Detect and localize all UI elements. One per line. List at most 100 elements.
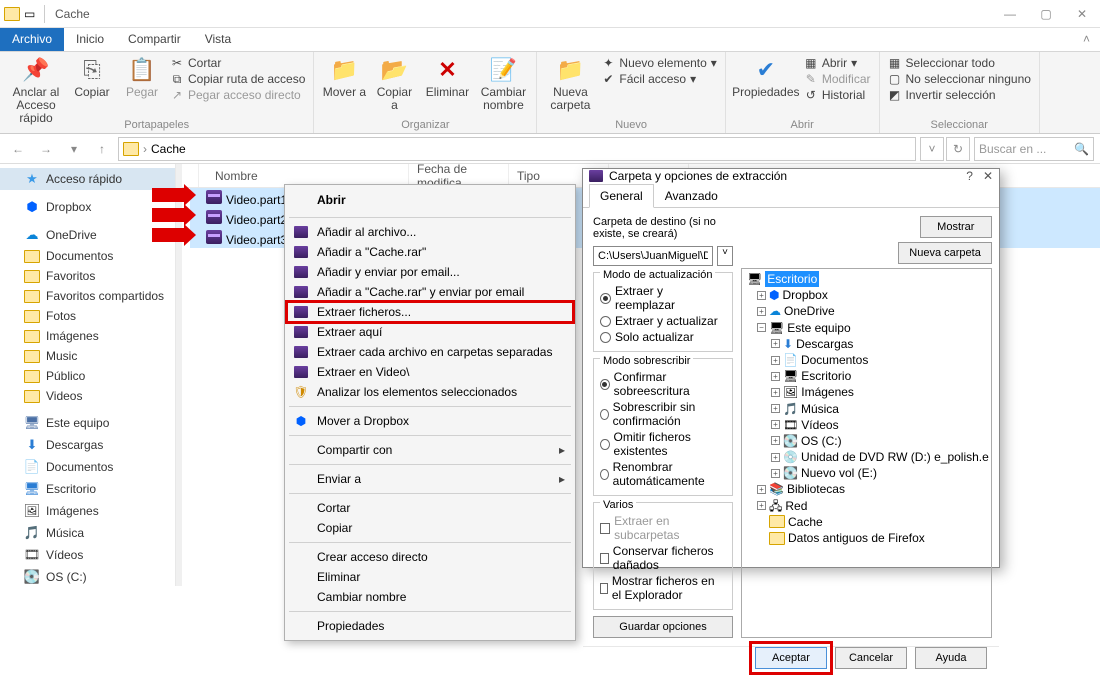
ctx-add-cache[interactable]: Añadir a "Cache.rar" bbox=[287, 242, 573, 262]
move-to-button[interactable]: 📁 Mover a bbox=[322, 56, 366, 99]
ctx-add-email[interactable]: Añadir y enviar por email... bbox=[287, 262, 573, 282]
delete-button[interactable]: ✕ Eliminar bbox=[422, 56, 472, 99]
tab-share[interactable]: Compartir bbox=[116, 28, 193, 51]
ctx-extract-each[interactable]: Extraer cada archivo en carpetas separad… bbox=[287, 342, 573, 362]
nav-dropbox[interactable]: ⬢Dropbox bbox=[0, 196, 175, 218]
minimize-button[interactable]: — bbox=[992, 0, 1028, 28]
opt-confirm-overwrite[interactable]: Confirmar sobreescritura bbox=[600, 369, 726, 399]
breadcrumb[interactable]: › Cache bbox=[118, 137, 916, 161]
ctx-analyze[interactable]: 🛡Analizar los elementos seleccionados bbox=[287, 382, 573, 402]
ctx-create-shortcut[interactable]: Crear acceso directo bbox=[287, 547, 573, 567]
paste-button[interactable]: 📋 Pegar bbox=[120, 56, 164, 99]
dialog-close-icon[interactable]: ✕ bbox=[983, 169, 993, 183]
new-folder-button[interactable]: Nueva carpeta bbox=[898, 242, 992, 264]
maximize-button[interactable]: ▢ bbox=[1028, 0, 1064, 28]
history-button[interactable]: ↺Historial bbox=[804, 88, 871, 102]
new-folder-button[interactable]: 📁 Nueva carpeta bbox=[545, 56, 595, 112]
rename-button[interactable]: 📝 Cambiar nombre bbox=[478, 56, 528, 112]
paste-shortcut-button[interactable]: ↗Pegar acceso directo bbox=[170, 88, 305, 102]
nav-item[interactable]: Público bbox=[0, 366, 175, 386]
invert-selection-button[interactable]: ◩Invertir selección bbox=[888, 88, 1031, 102]
refresh-button[interactable]: ↻ bbox=[946, 137, 970, 161]
ctx-copy[interactable]: Copiar bbox=[287, 518, 573, 538]
nav-back-button[interactable]: ← bbox=[6, 137, 30, 161]
search-input[interactable]: Buscar en ... 🔍 bbox=[974, 137, 1094, 161]
nav-item[interactable]: Favoritos bbox=[0, 266, 175, 286]
copy-to-button[interactable]: 📂 Copiar a bbox=[372, 56, 416, 112]
nav-item[interactable]: 📄Documentos bbox=[0, 456, 175, 478]
nav-quick-access[interactable]: ★Acceso rápido bbox=[0, 168, 175, 190]
opt-show-explorer[interactable]: Mostrar ficheros en el Explorador bbox=[600, 573, 726, 603]
edit-button[interactable]: ✎Modificar bbox=[804, 72, 871, 86]
opt-skip-existing[interactable]: Omitir ficheros existentes bbox=[600, 429, 726, 459]
opt-subfolders[interactable]: Extraer en subcarpetas bbox=[600, 513, 726, 543]
ctx-extract-video[interactable]: Extraer en Video\ bbox=[287, 362, 573, 382]
easy-access-button[interactable]: ✔Fácil acceso ▾ bbox=[601, 72, 716, 86]
nav-item[interactable]: 🎞Vídeos bbox=[0, 544, 175, 566]
nav-recent-button[interactable]: ▾ bbox=[62, 137, 86, 161]
properties-button[interactable]: ✔ Propiedades bbox=[734, 56, 798, 99]
qat-props-icon[interactable]: ▭ bbox=[24, 7, 38, 21]
ctx-extract-here[interactable]: Extraer aquí bbox=[287, 322, 573, 342]
ctx-sendto[interactable]: Enviar a▸ bbox=[287, 469, 573, 489]
nav-forward-button[interactable]: → bbox=[34, 137, 58, 161]
tab-view[interactable]: Vista bbox=[193, 28, 243, 51]
folder-tree[interactable]: 🖥Escritorio +⬢Dropbox +☁OneDrive −🖥Este … bbox=[741, 268, 992, 638]
nav-item[interactable]: Fotos bbox=[0, 306, 175, 326]
opt-extract-replace[interactable]: Extraer y reemplazar bbox=[600, 283, 726, 313]
nav-item[interactable]: ⬇Descargas bbox=[0, 434, 175, 456]
new-item-button[interactable]: ✦Nuevo elemento ▾ bbox=[601, 56, 716, 70]
open-button[interactable]: ▦Abrir ▾ bbox=[804, 56, 871, 70]
help-button[interactable]: Ayuda bbox=[915, 647, 987, 669]
nav-item[interactable]: 💽OS (C:) bbox=[0, 566, 175, 586]
nav-item[interactable]: 🖥Escritorio bbox=[0, 478, 175, 500]
nav-item[interactable]: 🎵Música bbox=[0, 522, 175, 544]
nav-item[interactable]: 🖼Imágenes bbox=[0, 500, 175, 522]
opt-overwrite-noconfirm[interactable]: Sobrescribir sin confirmación bbox=[600, 399, 726, 429]
dialog-titlebar[interactable]: Carpeta y opciones de extracción ?✕ bbox=[583, 169, 999, 183]
opt-only-update[interactable]: Solo actualizar bbox=[600, 329, 726, 345]
ctx-delete[interactable]: Eliminar bbox=[287, 567, 573, 587]
ctx-cut[interactable]: Cortar bbox=[287, 498, 573, 518]
nav-item[interactable]: Documentos bbox=[0, 246, 175, 266]
dest-path-input[interactable] bbox=[593, 246, 713, 266]
nav-item[interactable]: Imágenes bbox=[0, 326, 175, 346]
accept-button[interactable]: Aceptar bbox=[755, 647, 827, 669]
tab-general[interactable]: General bbox=[589, 184, 654, 208]
nav-tree[interactable]: ★Acceso rápido ⬢Dropbox ☁OneDrive Docume… bbox=[0, 164, 176, 586]
nav-onedrive[interactable]: ☁OneDrive bbox=[0, 224, 175, 246]
pin-quick-access-button[interactable]: 📌 Anclar al Acceso rápido bbox=[8, 56, 64, 126]
opt-keep-broken[interactable]: Conservar ficheros dañados bbox=[600, 543, 726, 573]
ctx-move-dropbox[interactable]: ⬢Mover a Dropbox bbox=[287, 411, 573, 431]
save-options-button[interactable]: Guardar opciones bbox=[593, 616, 733, 638]
tab-advanced[interactable]: Avanzado bbox=[654, 184, 729, 208]
breadcrumb-segment[interactable]: Cache bbox=[151, 142, 186, 156]
nav-up-button[interactable]: ↑ bbox=[90, 137, 114, 161]
tab-file[interactable]: Archivo bbox=[0, 28, 64, 51]
show-button[interactable]: Mostrar bbox=[920, 216, 992, 238]
nav-item[interactable]: Favoritos compartidos bbox=[0, 286, 175, 306]
tab-home[interactable]: Inicio bbox=[64, 28, 116, 51]
opt-extract-update[interactable]: Extraer y actualizar bbox=[600, 313, 726, 329]
breadcrumb-dropdown[interactable]: ˅ bbox=[920, 137, 944, 161]
copy-button[interactable]: ⎘ Copiar bbox=[70, 56, 114, 99]
close-button[interactable]: ✕ bbox=[1064, 0, 1100, 28]
cancel-button[interactable]: Cancelar bbox=[835, 647, 907, 669]
dialog-help-icon[interactable]: ? bbox=[966, 169, 973, 183]
copy-path-button[interactable]: ⧉Copiar ruta de acceso bbox=[170, 72, 305, 86]
ctx-extract-files[interactable]: Extraer ficheros... bbox=[287, 302, 573, 322]
ribbon-collapse-icon[interactable]: ˄ bbox=[1073, 28, 1100, 51]
ctx-add-archive[interactable]: Añadir al archivo... bbox=[287, 222, 573, 242]
opt-rename-auto[interactable]: Renombrar automáticamente bbox=[600, 459, 726, 489]
select-all-button[interactable]: ▦Seleccionar todo bbox=[888, 56, 1031, 70]
ctx-add-cache-email[interactable]: Añadir a "Cache.rar" y enviar por email bbox=[287, 282, 573, 302]
nav-item[interactable]: Music bbox=[0, 346, 175, 366]
select-none-button[interactable]: ▢No seleccionar ninguno bbox=[888, 72, 1031, 86]
nav-item[interactable]: Videos bbox=[0, 386, 175, 406]
cut-button[interactable]: ✂Cortar bbox=[170, 56, 305, 70]
ctx-rename[interactable]: Cambiar nombre bbox=[287, 587, 573, 607]
nav-thispc[interactable]: 🖥Este equipo bbox=[0, 412, 175, 434]
ctx-properties[interactable]: Propiedades bbox=[287, 616, 573, 636]
ctx-share[interactable]: Compartir con▸ bbox=[287, 440, 573, 460]
dest-dropdown[interactable]: ˅ bbox=[717, 246, 733, 266]
